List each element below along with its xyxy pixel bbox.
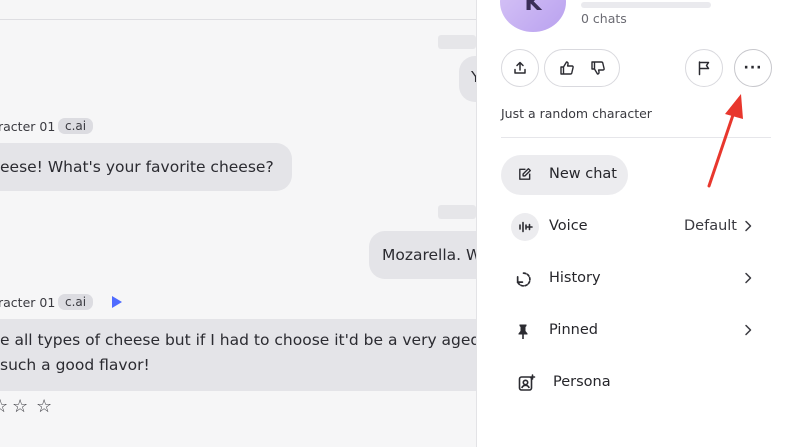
thumbs-down-icon	[590, 61, 605, 75]
blurred-timestamp	[438, 35, 476, 49]
report-button[interactable]	[685, 49, 723, 87]
character-description: Just a random character	[501, 106, 652, 121]
menu-item-persona[interactable]: Persona	[501, 363, 771, 403]
menu-item-label: Persona	[553, 374, 611, 390]
sender-name[interactable]: racter 01	[0, 295, 55, 310]
share-button[interactable]	[501, 49, 539, 87]
star-icon[interactable]: ☆	[0, 397, 8, 417]
divider	[0, 19, 476, 20]
chevron-right-icon	[745, 324, 752, 336]
chevron-right-icon	[745, 272, 752, 284]
play-audio-icon[interactable]	[112, 296, 122, 308]
sender-name[interactable]: racter 01	[0, 119, 55, 134]
flag-icon	[698, 61, 710, 76]
more-options-icon: ···	[743, 60, 763, 76]
chats-count: 0 chats	[581, 11, 627, 26]
more-options-button[interactable]: ···	[734, 49, 772, 87]
cai-badge: c.ai	[58, 294, 94, 310]
divider	[501, 137, 771, 138]
message-text: e all types of cheese but if I had to ch…	[0, 331, 476, 349]
character-panel: K 0 chats ··· Just a random character Ne…	[476, 0, 794, 447]
message-bubble-character: e all types of cheese but if I had to ch…	[0, 319, 476, 391]
message-bubble-user-partial: Y	[459, 56, 476, 102]
blurred-timestamp	[438, 205, 476, 219]
menu-item-history[interactable]: History	[501, 259, 771, 299]
share-icon	[514, 61, 526, 74]
star-icon[interactable]: ☆	[36, 397, 52, 417]
menu-item-label: Voice	[549, 218, 588, 234]
message-text: Mozarella. W	[382, 246, 476, 264]
menu-item-label: Pinned	[549, 322, 598, 338]
rating-group	[544, 49, 620, 87]
message-text: eese! What's your favorite cheese?	[0, 158, 274, 176]
new-chat-label: New chat	[549, 166, 617, 182]
avatar: K	[500, 0, 566, 32]
message-bubble-user: Mozarella. W	[369, 231, 476, 279]
persona-icon	[517, 373, 537, 393]
edit-icon	[519, 167, 532, 180]
chevron-right-icon	[745, 220, 752, 232]
chat-pane: Y racter 01 c.ai eese! What's your favor…	[0, 0, 476, 447]
like-button[interactable]	[554, 55, 580, 81]
pin-icon	[513, 321, 533, 341]
message-bubble-character: eese! What's your favorite cheese?	[0, 143, 292, 191]
star-icon[interactable]: ☆	[12, 397, 28, 417]
thumbs-up-icon	[559, 61, 574, 75]
character-name-redacted	[581, 2, 711, 8]
avatar-letter: K	[524, 0, 542, 16]
cai-badge: c.ai	[58, 118, 94, 134]
new-chat-button[interactable]: New chat	[501, 155, 628, 195]
voice-icon	[511, 213, 539, 241]
history-icon	[513, 269, 533, 289]
message-text: such a good flavor!	[0, 356, 150, 374]
dislike-button[interactable]	[585, 55, 611, 81]
menu-item-label: History	[549, 270, 601, 286]
voice-value: Default	[684, 218, 737, 234]
menu-item-voice[interactable]: Voice Default	[501, 207, 771, 247]
menu-item-pinned[interactable]: Pinned	[501, 311, 771, 351]
